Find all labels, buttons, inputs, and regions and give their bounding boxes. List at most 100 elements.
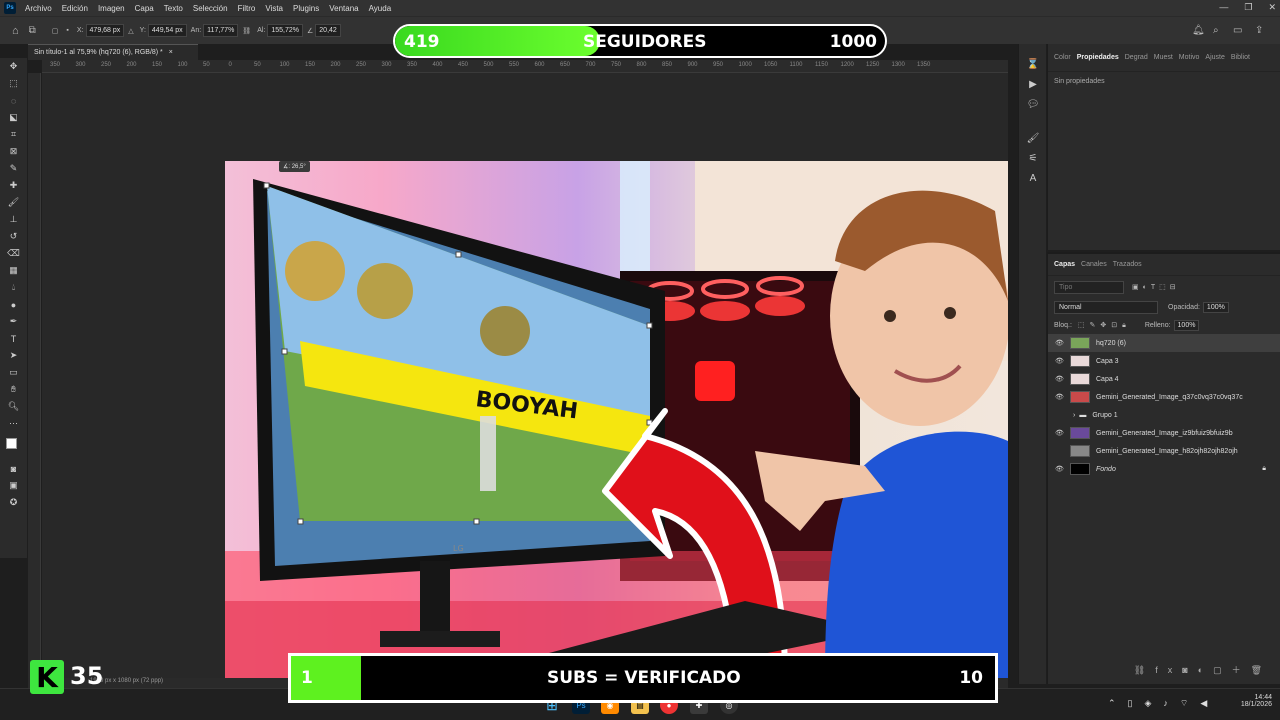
chevron-right-icon[interactable]: › [1073,412,1075,419]
layer-row[interactable]: 👁︎ Gemini_Generated_Image_q37c0vq37c0vq37… [1048,388,1280,406]
layer-actions[interactable]: ⛓fx◙◐▢＋🗑 [1134,663,1272,676]
screen-mode-icon[interactable]: ▣ [0,477,27,494]
brush-tool-icon[interactable]: 🖌︎ [0,194,27,211]
tab-properties[interactable]: Propiedades [1077,54,1119,61]
brush-settings-icon[interactable]: 🖌︎ [1019,128,1047,148]
x-field[interactable]: 479,68 px [85,24,125,37]
tab-libraries[interactable]: Bibliot [1231,54,1250,61]
marquee-tool-icon[interactable]: ⬚ [0,75,27,92]
clone-stamp-tool-icon[interactable]: ⊥ [0,211,27,228]
document-tab[interactable]: Sin título-1 al 75,9% (hq720 (6), RGB/8)… [28,44,198,60]
layer-row[interactable]: 👁︎ Gemini_Generated_Image_iz9bfuiz9bfuiz9… [1048,424,1280,442]
visibility-eye-icon[interactable]: 👁︎ [1055,393,1065,401]
menu-edicion[interactable]: Edición [57,4,93,13]
type-tool-icon[interactable]: T [0,330,27,347]
adjustments-icon[interactable]: ⚟ [1019,148,1047,168]
eraser-tool-icon[interactable]: ⌫ [0,245,27,262]
menu-imagen[interactable]: Imagen [93,4,130,13]
menu-vista[interactable]: Vista [260,4,288,13]
share-icon[interactable]: ⇪ [1255,25,1263,36]
tab-patterns[interactable]: Motivo [1179,54,1200,61]
blend-mode-select[interactable]: Normal [1054,300,1158,314]
visibility-eye-icon[interactable]: 👁︎ [1055,465,1065,473]
workspace-icon[interactable]: ▭ [1233,25,1242,36]
photoshop-logo-icon[interactable]: Ps [4,2,16,14]
layer-row[interactable]: 👁︎ hq720 (6) [1048,334,1280,352]
lock-icons[interactable]: ⬚✎✥⊡🔒︎ [1078,321,1131,330]
rectangle-tool-icon[interactable]: ▭ [0,364,27,381]
pen-tool-icon[interactable]: ✒ [0,313,27,330]
system-tray-icons[interactable]: ⌃▯◈♪⌔◀ [1108,698,1219,709]
crop-tool-icon[interactable]: ⌗ [0,126,27,143]
color-swatches-icon[interactable] [0,432,27,460]
layer-group-row[interactable]: › ▬ Grupo 1 [1048,406,1280,424]
hand-tool-icon[interactable]: ✋︎ [0,381,27,398]
play-action-icon[interactable]: ▶ [1019,74,1047,94]
object-select-tool-icon[interactable]: ⬕ [0,109,27,126]
tab-swatches[interactable]: Muest [1154,54,1173,61]
filter-icons[interactable]: ▣◐T⬚⊟ [1132,283,1180,291]
frame-tool-icon[interactable]: ⊠ [0,143,27,160]
tab-adjustments[interactable]: Ajuste [1205,54,1224,61]
layer-row[interactable]: Gemini_Generated_Image_h82ojh82ojh82ojh [1048,442,1280,460]
lasso-tool-icon[interactable]: ◌ [0,92,27,109]
tab-layers[interactable]: Capas [1054,261,1075,268]
layer-filter-input[interactable]: Tipo [1054,280,1124,294]
gradient-tool-icon[interactable]: ▦ [0,262,27,279]
document-canvas[interactable]: BOOYAH LG [225,161,1008,678]
quick-mask-icon[interactable]: ◙ [0,460,27,477]
tab-color[interactable]: Color [1054,54,1071,61]
bell-icon[interactable]: 🔔︎ [1192,25,1205,36]
search-icon[interactable]: ⌕ [1213,25,1219,36]
transform-icon[interactable]: ⧉ [29,25,36,36]
menu-ventana[interactable]: Ventana [324,4,363,13]
reference-point-icon[interactable]: ▪ [66,27,68,34]
link-icon[interactable]: ⛓ [242,27,251,35]
angle-field[interactable]: 20,42 [315,24,341,37]
character-icon[interactable]: A [1019,168,1047,188]
fill-field[interactable]: 100% [1173,319,1200,331]
path-select-tool-icon[interactable]: ➤ [0,347,27,364]
visibility-eye-icon[interactable]: 👁︎ [1055,339,1065,347]
move-tool-icon[interactable]: ✥ [0,58,27,75]
close-tab-icon[interactable]: × [169,49,173,56]
generative-icon[interactable]: ✪ [0,494,27,511]
minimize-icon[interactable]: — [1219,2,1228,13]
opacity-field[interactable]: 100% [1202,301,1229,313]
menu-capa[interactable]: Capa [130,4,159,13]
eyedropper-tool-icon[interactable]: ✎ [0,160,27,177]
menu-seleccion[interactable]: Selección [188,4,233,13]
visibility-eye-icon[interactable]: 👁︎ [1055,375,1065,383]
canvas-area[interactable]: BOOYAH LG ∡: 26,5° [42,73,1008,678]
dodge-tool-icon[interactable]: ● [0,296,27,313]
reference-point-toggle[interactable]: ▢ [52,27,59,35]
visibility-eye-icon[interactable]: 👁︎ [1055,357,1065,365]
comments-icon[interactable]: 💬︎ [1019,94,1047,114]
tab-channels[interactable]: Canales [1081,261,1107,268]
history-brush-tool-icon[interactable]: ↺ [0,228,27,245]
close-icon[interactable]: ✕ [1268,2,1276,13]
home-icon[interactable]: ⌂ [12,25,19,37]
history-icon[interactable]: ⌛ [1019,54,1047,74]
healing-brush-tool-icon[interactable]: ✚ [0,177,27,194]
tab-paths[interactable]: Trazados [1113,261,1142,268]
y-field[interactable]: 449,54 px [147,24,187,37]
layer-row[interactable]: 👁︎ Fondo 🔒︎ [1048,460,1280,478]
maximize-icon[interactable]: ❐ [1244,2,1252,13]
more-tools-icon[interactable]: ⋯ [0,415,27,432]
tab-gradients[interactable]: Degrad [1125,54,1148,61]
height-field[interactable]: 155,72% [267,24,303,37]
menu-plugins[interactable]: Plugins [288,4,324,13]
menu-archivo[interactable]: Archivo [20,4,57,13]
width-field[interactable]: 117,77% [203,24,239,37]
menu-filtro[interactable]: Filtro [233,4,261,13]
zoom-tool-icon[interactable]: 🔍︎ [0,398,27,415]
layer-row[interactable]: 👁︎ Capa 3 [1048,352,1280,370]
layer-row[interactable]: 👁︎ Capa 4 [1048,370,1280,388]
angle-icon: ∠ [307,27,314,35]
taskbar-clock[interactable]: 14:44 18/1/2026 [1240,694,1272,708]
menu-texto[interactable]: Texto [159,4,188,13]
menu-ayuda[interactable]: Ayuda [364,4,397,13]
visibility-eye-icon[interactable]: 👁︎ [1055,429,1065,437]
blur-tool-icon[interactable]: 💧︎ [0,279,27,296]
